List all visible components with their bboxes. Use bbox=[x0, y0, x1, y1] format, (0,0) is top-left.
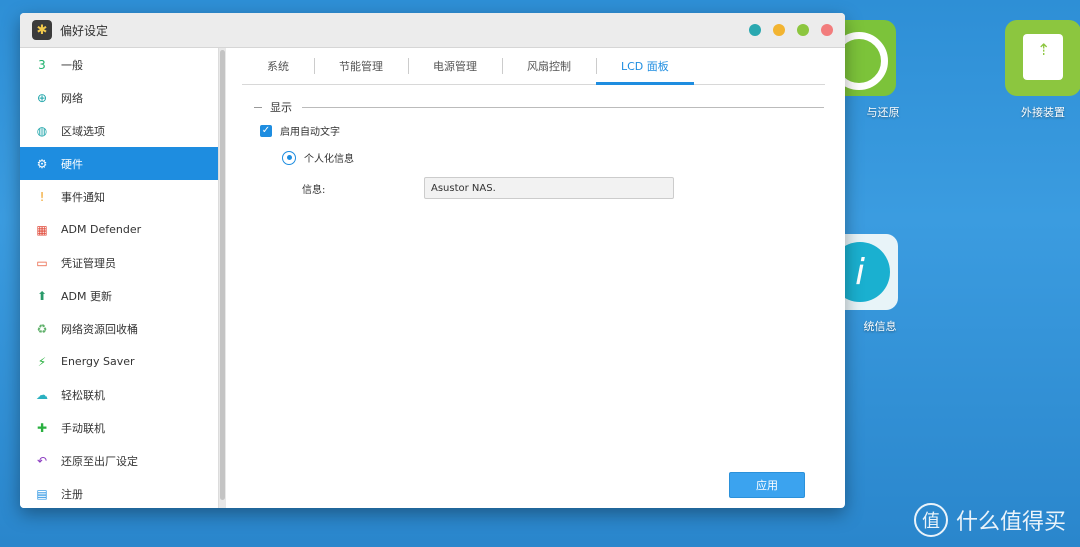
restore-icon: ↶ bbox=[36, 453, 48, 468]
tab-fan[interactable]: 风扇控制 bbox=[502, 48, 596, 84]
personalized-info-row: 个人化信息 bbox=[282, 150, 845, 165]
section-title: 显示 bbox=[270, 101, 292, 114]
personalized-info-radio[interactable] bbox=[282, 150, 296, 165]
cloud-icon: ☁ bbox=[36, 387, 48, 402]
desktop-icon-label: 外接装置 bbox=[1021, 106, 1065, 119]
watermark-logo-icon: 值 bbox=[913, 503, 948, 537]
sidebar-item-label: 还原至出厂设定 bbox=[61, 454, 138, 468]
sidebar-item[interactable]: ☁ 轻松联机 bbox=[20, 378, 218, 411]
watermark: 值 什么值得买 bbox=[913, 503, 1066, 537]
scrollbar-thumb[interactable] bbox=[220, 50, 225, 500]
display-section-header: 显示 bbox=[254, 99, 824, 115]
tab-energy[interactable]: 节能管理 bbox=[314, 48, 408, 84]
tab-bar: 系统 节能管理 电源管理 风扇控制 LCD 面板 bbox=[242, 48, 825, 85]
sidebar-item-label: 区域选项 bbox=[61, 124, 105, 138]
watermark-text: 什么值得买 bbox=[955, 510, 1066, 535]
sidebar-item-label: ADM Defender bbox=[61, 223, 142, 236]
register-icon: ▤ bbox=[36, 486, 48, 501]
personalized-info-label: 个人化信息 bbox=[304, 154, 354, 165]
sidebar-item[interactable]: ⚙ 硬件 bbox=[20, 147, 218, 180]
info-field-label: 信息: bbox=[302, 184, 326, 196]
window-titlebar[interactable]: ✱ 偏好设定 bbox=[20, 13, 845, 48]
desktop-icon-external-devices[interactable]: ⇡ 外接装置 bbox=[993, 20, 1080, 120]
general-icon: 3 bbox=[38, 57, 46, 72]
usb-drive-icon: ⇡ bbox=[1005, 20, 1080, 96]
sidebar-item[interactable]: ⚡ Energy Saver bbox=[20, 345, 218, 378]
sidebar-item-label: 注册 bbox=[61, 487, 83, 501]
sidebar-item[interactable]: ▤ 注册 bbox=[20, 477, 218, 508]
sidebar-item-label: 一般 bbox=[61, 58, 83, 72]
sidebar-item[interactable]: ↶ 还原至出厂设定 bbox=[20, 444, 218, 477]
sidebar-scrollbar[interactable] bbox=[219, 48, 226, 508]
sidebar-item-label: 硬件 bbox=[61, 157, 83, 171]
connect-icon: ✚ bbox=[36, 420, 48, 435]
minimize-button[interactable] bbox=[773, 24, 785, 36]
enable-auto-text-label: 启用自动文字 bbox=[280, 127, 340, 138]
sidebar-item[interactable]: ♻ 网络资源回收桶 bbox=[20, 312, 218, 345]
sidebar-item[interactable]: ▭ 凭证管理员 bbox=[20, 246, 218, 279]
apply-button[interactable]: 应用 bbox=[729, 472, 805, 498]
sidebar-item[interactable]: 3 一般 bbox=[20, 48, 218, 81]
sidebar-item-label: 网络 bbox=[61, 91, 83, 105]
main-content: 系统 节能管理 电源管理 风扇控制 LCD 面板 显示 ✓ 启用自动文字 个人化… bbox=[230, 48, 845, 508]
close-button[interactable] bbox=[821, 24, 833, 36]
firewall-icon: ▦ bbox=[36, 222, 48, 237]
info-input[interactable] bbox=[424, 177, 674, 199]
sidebar-item[interactable]: ⊕ 网络 bbox=[20, 81, 218, 114]
tab-lcd-panel[interactable]: LCD 面板 bbox=[596, 48, 694, 85]
enable-auto-text-checkbox[interactable]: ✓ bbox=[260, 124, 272, 137]
globe-icon: ⊕ bbox=[36, 90, 48, 105]
sidebar-item[interactable]: ◍ 区域选项 bbox=[20, 114, 218, 147]
alert-icon: ! bbox=[39, 189, 45, 204]
sidebar-item-label: Energy Saver bbox=[61, 355, 135, 368]
sidebar-item-label: ADM 更新 bbox=[61, 289, 112, 303]
sidebar-item-label: 凭证管理员 bbox=[61, 256, 116, 270]
tab-system[interactable]: 系统 bbox=[242, 48, 314, 84]
info-field-row: 信息: bbox=[302, 177, 845, 199]
sidebar-item-label: 事件通知 bbox=[61, 190, 105, 204]
hardware-icon: ⚙ bbox=[36, 156, 48, 171]
sidebar-item[interactable]: ✚ 手动联机 bbox=[20, 411, 218, 444]
recycle-bin-icon: ♻ bbox=[36, 321, 48, 336]
sidebar-item[interactable]: ⬆ ADM 更新 bbox=[20, 279, 218, 312]
tab-power[interactable]: 电源管理 bbox=[408, 48, 502, 84]
sidebar-item-label: 轻松联机 bbox=[61, 388, 105, 402]
certificate-icon: ▭ bbox=[36, 255, 48, 270]
preferences-window: ✱ 偏好设定 3 一般 ⊕ 网络 ◍ 区域选项 ⚙ 硬件! 事件通知 ▦ ADM Defender ▭… bbox=[20, 13, 845, 508]
section-dash bbox=[254, 106, 262, 108]
maximize-button[interactable] bbox=[797, 24, 809, 36]
sidebar-item-label: 网络资源回收桶 bbox=[61, 322, 138, 336]
sidebar-item[interactable]: ▦ ADM Defender bbox=[20, 213, 218, 246]
energy-icon: ⚡ bbox=[37, 354, 47, 369]
sidebar: 3 一般 ⊕ 网络 ◍ 区域选项 ⚙ 硬件! 事件通知 ▦ ADM Defender ▭ 凭证管理员 ⬆ A… bbox=[20, 48, 219, 508]
window-title: 偏好设定 bbox=[60, 23, 109, 38]
section-divider bbox=[302, 106, 824, 108]
help-button[interactable] bbox=[749, 24, 761, 36]
region-globe-icon: ◍ bbox=[36, 123, 48, 138]
preferences-app-icon: ✱ bbox=[32, 20, 52, 40]
update-icon: ⬆ bbox=[36, 288, 48, 303]
enable-auto-text-row: ✓ 启用自动文字 bbox=[260, 123, 845, 138]
sidebar-item-label: 手动联机 bbox=[61, 421, 105, 435]
sidebar-item[interactable]: ! 事件通知 bbox=[20, 180, 218, 213]
window-controls bbox=[749, 24, 833, 36]
